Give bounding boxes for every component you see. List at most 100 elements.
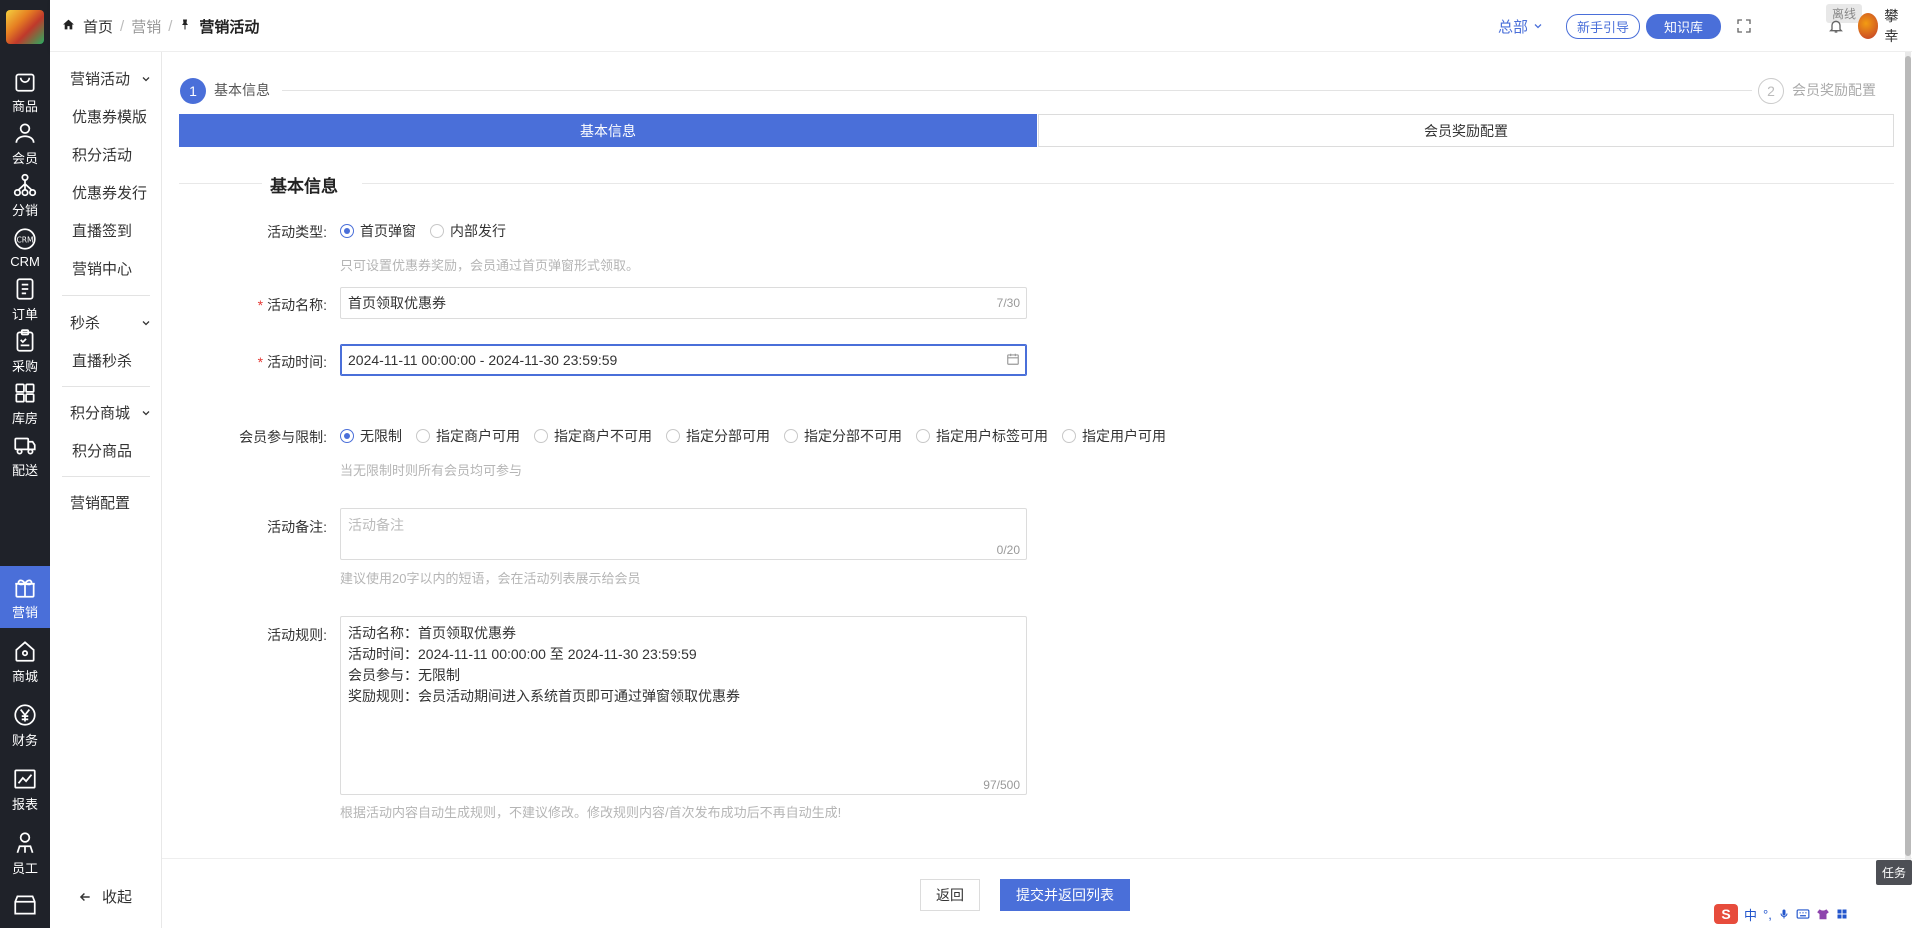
radio-branch-allowed[interactable]: 指定分部可用 [666,426,770,446]
char-counter: 7/30 [996,296,1020,310]
submenu-item-live-checkin[interactable]: 直播签到 [72,220,132,241]
section-divider [179,183,1894,184]
order-icon [16,277,34,300]
crm-icon: CRM [14,227,36,250]
nav-marketing[interactable]: 营销 [0,566,50,628]
top-bar: 首页 / 营销 / 营销活动 总部 新手引导 知识库 离线 攀幸 [50,0,1912,52]
rule-line: 奖励规则：会员活动期间进入系统首页即可通过弹窗领取优惠券 [348,688,740,704]
staff-icon [16,831,34,853]
rule-line: 活动名称：首页领取优惠券 [348,625,516,641]
nav-delivery[interactable]: 配送 [0,424,50,486]
radio-user-allowed[interactable]: 指定用户可用 [1062,426,1166,446]
remark-hint: 建议使用20字以内的短语，会在活动列表展示给会员 [340,571,641,586]
collapse-label: 收起 [102,889,133,906]
nav-mall[interactable]: 商城 [0,630,50,692]
ime-logo-icon: S [1714,904,1738,924]
chart-icon [14,768,36,789]
tab-member-reward[interactable]: 会员奖励配置 [1038,114,1894,147]
scrollbar-thumb[interactable] [1905,56,1911,856]
chevron-down-icon [1534,24,1542,29]
activity-type-radios: 首页弹窗 内部发行 [340,221,520,241]
rule-line: 会员参与：无限制 [348,667,460,683]
nav-label: 商城 [11,668,38,684]
remark-textarea[interactable]: 活动备注 0/20 [340,508,1027,560]
submenu-group-label: 营销活动 [70,71,131,88]
member-limit-hint: 当无限制时则所有会员均可参与 [340,463,523,478]
ime-punct-icon: °, [1763,906,1772,922]
submenu-group-flash-sale[interactable]: 秒杀 [70,312,152,333]
collapse-button[interactable]: 收起 [78,886,132,907]
breadcrumb-current: 营销活动 [199,19,260,36]
user-menu[interactable]: 攀幸 [1858,0,1912,52]
avatar [1858,13,1879,39]
nav-label: 报表 [11,796,38,812]
submenu-item-live-flash-sale[interactable]: 直播秒杀 [72,350,132,371]
char-counter: 97/500 [983,778,1020,792]
submit-button[interactable]: 提交并返回列表 [1000,879,1130,911]
radio-user-tag-allowed[interactable]: 指定用户标签可用 [916,426,1048,446]
nav-label: CRM [10,253,40,269]
sub-menu: 营销活动 优惠券模版 积分活动 优惠券发行 直播签到 营销中心 秒杀 直播秒杀 … [50,52,162,928]
gift-icon [15,579,35,598]
home-icon [15,640,35,662]
radio-merchant-allowed[interactable]: 指定商户可用 [416,426,520,446]
nav-label: 配送 [11,462,38,478]
calendar-icon[interactable] [1006,352,1020,369]
radio-branch-denied[interactable]: 指定分部不可用 [784,426,902,446]
submenu-group-marketing[interactable]: 营销活动 [70,68,152,89]
remark-label: 活动备注: [267,519,327,535]
submenu-item-points-activity[interactable]: 积分活动 [72,144,132,165]
knowledge-base-button[interactable]: 知识库 [1646,13,1722,39]
form-footer: 返回 提交并返回列表 [162,858,1912,928]
step-2-label: 会员奖励配置 [1792,82,1876,98]
rule-textarea[interactable]: 活动名称：首页领取优惠券 活动时间：2024-11-11 00:00:00 至 … [340,616,1027,795]
ime-language: 中 [1744,907,1758,923]
activity-time-label: * 活动时间: [257,354,327,370]
bell-icon[interactable] [1828,0,1844,52]
truck-icon [14,437,36,455]
submenu-group-points-mall[interactable]: 积分商城 [70,402,152,423]
home-icon [62,18,75,35]
submenu-item-coupon-issue[interactable]: 优惠券发行 [72,182,147,203]
task-button[interactable]: 任务 [1876,860,1912,885]
ime-toolbar[interactable]: S 中 °, [1714,904,1848,924]
main-content: 1 基本信息 2 会员奖励配置 基本信息 会员奖励配置 基本信息 活动类型: 首… [162,52,1912,928]
back-button[interactable]: 返回 [920,879,980,911]
activity-name-input[interactable]: 首页领取优惠券 7/30 [340,287,1027,319]
clipboard-icon [16,328,34,352]
radio-no-limit[interactable]: 无限制 [340,426,402,446]
nav-finance[interactable]: 财务 [0,694,50,756]
submenu-item-marketing-config[interactable]: 营销配置 [70,492,130,513]
tab-basic-info[interactable]: 基本信息 [179,114,1037,147]
radio-merchant-denied[interactable]: 指定商户不可用 [534,426,652,446]
nav-label: 营销 [11,604,38,620]
nav-store[interactable] [0,884,50,928]
rule-line: 活动时间：2024-11-11 00:00:00 至 2024-11-30 23… [348,646,697,662]
app-logo[interactable] [6,10,44,44]
activity-type-label: 活动类型: [267,224,327,240]
radio-internal-issue[interactable]: 内部发行 [430,221,506,241]
breadcrumb-marketing[interactable]: 营销 [131,16,161,37]
submenu-group-label: 秒杀 [70,315,101,332]
chevron-down-icon [142,410,150,415]
keyboard-icon [1796,909,1810,919]
activity-name-label: * 活动名称: [257,297,327,313]
breadcrumb-home[interactable]: 首页 [83,16,113,37]
submenu-item-coupon-template[interactable]: 优惠券模版 [72,106,147,127]
activity-time-picker[interactable]: 2024-11-11 00:00:00 - 2024-11-30 23:59:5… [340,344,1027,376]
fullscreen-icon[interactable] [1736,0,1752,52]
breadcrumb-separator: / [120,18,125,35]
radio-homepage-popup[interactable]: 首页弹窗 [340,221,416,241]
nav-staff[interactable]: 员工 [0,822,50,884]
nav-report[interactable]: 报表 [0,758,50,820]
store-icon [14,895,36,915]
username: 攀幸 [1884,8,1899,44]
submenu-group-label: 积分商城 [70,405,131,422]
submenu-item-marketing-center[interactable]: 营销中心 [72,258,132,279]
svg-text:CRM: CRM [16,235,33,244]
submenu-item-points-goods[interactable]: 积分商品 [72,440,132,461]
user-icon [15,122,35,143]
branch-switch[interactable]: 总部 [1498,0,1544,52]
rule-label: 活动规则: [267,627,327,643]
guide-button[interactable]: 新手引导 [1566,13,1641,39]
